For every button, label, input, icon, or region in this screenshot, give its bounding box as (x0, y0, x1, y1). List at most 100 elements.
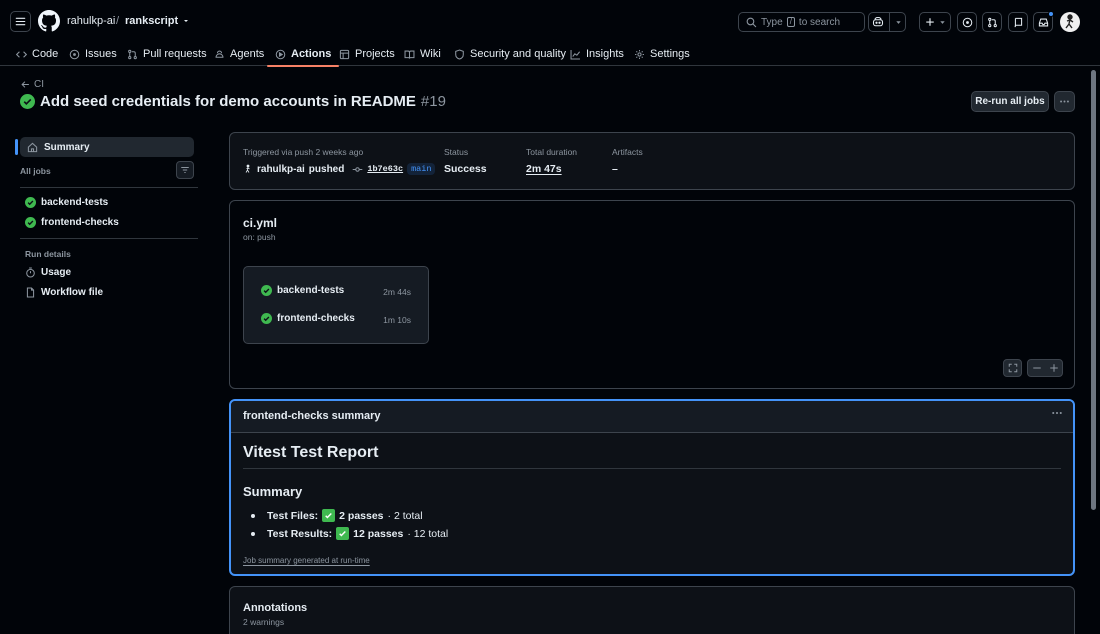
tab-label: Pull requests (143, 48, 207, 60)
tab-label: Code (32, 48, 59, 60)
tab-label: Actions (291, 48, 332, 60)
job-name: backend-tests (41, 197, 109, 208)
run-details-label: Run details (25, 249, 71, 259)
copilot-button[interactable] (868, 12, 906, 32)
tab-label: Security and quality (470, 48, 566, 60)
gear-icon (635, 49, 644, 59)
zoom-out-icon[interactable] (1032, 363, 1042, 373)
tab-projects[interactable]: Projects (337, 42, 397, 66)
plus-icon (925, 18, 934, 26)
sidebar-divider (20, 187, 198, 188)
status-label: Status (444, 147, 469, 157)
tab-label: Insights (586, 48, 624, 60)
page-scrollbar[interactable] (1091, 70, 1096, 510)
trigger-info: Triggered via push 2 weeks ago rahulkp-a… (243, 147, 436, 175)
search-shortcut-key: / (786, 17, 795, 27)
repo-icon (1014, 17, 1022, 27)
item-total: · 2 total (387, 509, 423, 522)
run-info-card: Triggered via push 2 weeks ago rahulkp-a… (229, 132, 1075, 190)
user-avatar[interactable] (1060, 12, 1080, 32)
repo-name: rankscript (125, 15, 179, 27)
job-summary-note-link[interactable]: Job summary generated at run-time (243, 556, 370, 565)
list-item: Test Results: 12 passes · 12 total (251, 527, 448, 540)
graph-job-frontend-checks[interactable]: frontend-checks (261, 313, 355, 324)
graph-job-backend-tests[interactable]: backend-tests (261, 285, 344, 296)
arrow-left-icon (21, 81, 29, 88)
avatar-figure-icon (1065, 14, 1074, 29)
actor-name[interactable]: rahulkp-ai (257, 164, 305, 175)
workflow-file-label: Workflow file (41, 287, 104, 298)
notifications-button[interactable] (1033, 11, 1054, 32)
check-circle-fill-icon (261, 313, 272, 324)
fullscreen-button[interactable] (1003, 359, 1022, 377)
breadcrumb-repo[interactable]: rankscript (125, 15, 190, 27)
sidebar-job-frontend-checks[interactable]: frontend-checks (25, 217, 119, 228)
tab-issues[interactable]: Issues (67, 42, 119, 66)
job-duration: 1m 10s (383, 315, 411, 325)
report-subheading: Summary (243, 484, 303, 499)
tab-label: Issues (85, 48, 117, 60)
menu-button[interactable] (10, 11, 31, 32)
report-heading: Vitest Test Report (243, 444, 1061, 469)
sidebar-item-workflow-file[interactable]: Workflow file (25, 287, 103, 298)
all-jobs-label: All jobs (20, 166, 51, 176)
back-link-label: CI (34, 79, 44, 90)
sidebar-job-backend-tests[interactable]: backend-tests (25, 197, 108, 208)
duration-info: Total duration 2m 47s (526, 147, 577, 175)
filter-jobs-button[interactable] (176, 161, 194, 179)
sidebar-item-summary[interactable]: Summary (15, 137, 194, 157)
zoom-in-icon[interactable] (1049, 363, 1059, 373)
issue-opened-icon (69, 49, 80, 59)
search-prefix: Type (761, 16, 783, 28)
sidebar-summary-label: Summary (44, 141, 90, 153)
annotations-title: Annotations (243, 602, 308, 614)
tab-label: Settings (650, 48, 690, 60)
status-value: Success (444, 163, 487, 175)
tab-actions[interactable]: Actions (266, 42, 340, 67)
home-icon (27, 142, 38, 152)
repositories-button[interactable] (1008, 12, 1028, 32)
sidebar-divider (20, 238, 198, 239)
tab-security[interactable]: Security and quality (452, 42, 568, 66)
summary-more-options-button[interactable] (1051, 407, 1063, 419)
copilot-icon (872, 16, 884, 27)
duration-value[interactable]: 2m 47s (526, 163, 577, 175)
code-icon (16, 50, 27, 58)
tab-agents[interactable]: Agents (212, 42, 266, 66)
sidebar-item-usage[interactable]: Usage (25, 267, 71, 278)
run-more-options-button[interactable] (1054, 91, 1075, 112)
graph-icon (570, 49, 581, 59)
report-list: Test Files: 2 passes · 2 total Test Resu… (251, 509, 448, 545)
check-circle-fill-icon (25, 197, 36, 208)
rerun-all-jobs-button[interactable]: Re-run all jobs (971, 91, 1049, 112)
tab-label: Projects (355, 48, 395, 60)
github-logo-icon[interactable] (38, 10, 60, 32)
book-icon (404, 50, 415, 59)
tab-pull-requests[interactable]: Pull requests (125, 42, 209, 66)
branch-label[interactable]: main (407, 163, 436, 175)
tab-insights[interactable]: Insights (568, 42, 626, 66)
screen-full-icon (1008, 363, 1017, 373)
app-header: rahulkp-ai / rankscript Type / to search (0, 0, 1100, 67)
status-info: Status Success (444, 147, 487, 175)
search-input[interactable]: Type / to search (738, 12, 865, 32)
trigger-detail: rahulkp-ai pushed 1b7e63c main (243, 163, 436, 175)
artifacts-value: – (612, 163, 618, 175)
pull-requests-button[interactable] (982, 12, 1002, 32)
actor-avatar-icon (245, 164, 250, 173)
breadcrumb-owner[interactable]: rahulkp-ai (67, 15, 115, 27)
triangle-down-icon (896, 20, 901, 24)
create-new-button[interactable] (919, 12, 951, 32)
tab-settings[interactable]: Settings (632, 42, 692, 66)
tab-wiki[interactable]: Wiki (402, 42, 443, 66)
check-circle-fill-icon (261, 285, 272, 296)
job-name: frontend-checks (277, 313, 355, 324)
back-to-workflow-link[interactable]: CI (21, 79, 44, 90)
commit-sha-link[interactable]: 1b7e63c (367, 164, 403, 174)
table-icon (339, 49, 350, 59)
item-label: Test Results: (267, 527, 333, 540)
item-passes: 12 passes (353, 527, 404, 540)
issues-button[interactable] (957, 12, 977, 32)
tab-code[interactable]: Code (14, 42, 60, 66)
git-pull-request-icon (987, 17, 997, 27)
